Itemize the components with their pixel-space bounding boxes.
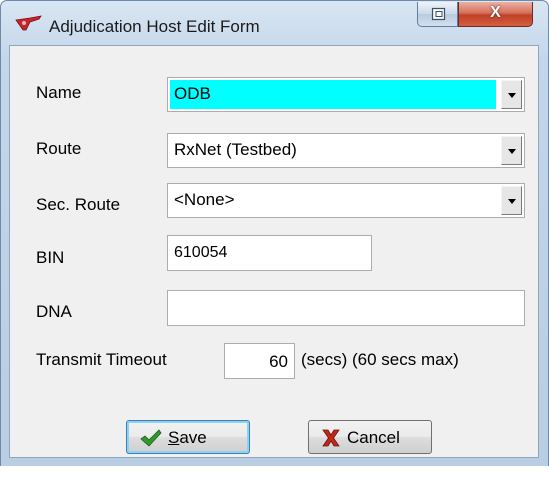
name-label: Name [36, 83, 82, 102]
transmit-timeout-suffix: (secs) (60 secs max) [301, 350, 459, 369]
route-select-value: RxNet (Testbed) [174, 140, 297, 159]
sec-route-select[interactable]: <None> [167, 183, 525, 218]
save-mnemonic: S [168, 428, 180, 447]
cancel-button-label: Cancel [347, 428, 400, 447]
restore-icon [431, 7, 446, 21]
bin-label: BIN [36, 248, 65, 267]
transmit-timeout-input[interactable]: 60 [224, 343, 295, 379]
close-button[interactable]: X [458, 2, 533, 27]
restore-button[interactable] [417, 2, 458, 27]
name-selection-highlight [170, 80, 496, 109]
name-select[interactable]: ODB [167, 77, 525, 112]
name-select-value: ODB [174, 84, 211, 103]
route-select[interactable]: RxNet (Testbed) [167, 133, 525, 168]
chevron-down-icon[interactable] [501, 186, 522, 215]
app-icon [15, 15, 42, 31]
transmit-timeout-label: Transmit Timeout [36, 350, 167, 369]
transmit-timeout-value: 60 [269, 352, 288, 371]
save-label-rest: ave [179, 428, 207, 447]
dna-input[interactable] [167, 290, 525, 326]
dialog-window: Adjudication Host Edit Form X Name ODB R… [0, 0, 549, 468]
dna-label: DNA [36, 302, 72, 321]
chevron-down-icon[interactable] [501, 80, 522, 109]
form-client-area: Name ODB Route RxNet (Testbed) Sec. Rout… [9, 45, 539, 458]
title-bar[interactable]: Adjudication Host Edit Form X [1, 1, 548, 45]
sec-route-label: Sec. Route [36, 195, 121, 214]
save-button-label: Save [168, 428, 207, 448]
checkmark-icon [140, 429, 162, 447]
save-button[interactable]: Save [126, 420, 250, 454]
close-icon: X [490, 4, 501, 21]
sec-route-select-value: <None> [174, 190, 235, 209]
route-label: Route [36, 139, 82, 158]
cancel-x-icon [322, 429, 340, 447]
page-background [0, 466, 549, 479]
chevron-down-icon[interactable] [501, 136, 522, 165]
bin-input-value: 610054 [174, 244, 228, 261]
window-title: Adjudication Host Edit Form [49, 17, 260, 36]
cancel-button[interactable]: Cancel [308, 420, 432, 454]
bin-input[interactable]: 610054 [167, 235, 372, 271]
